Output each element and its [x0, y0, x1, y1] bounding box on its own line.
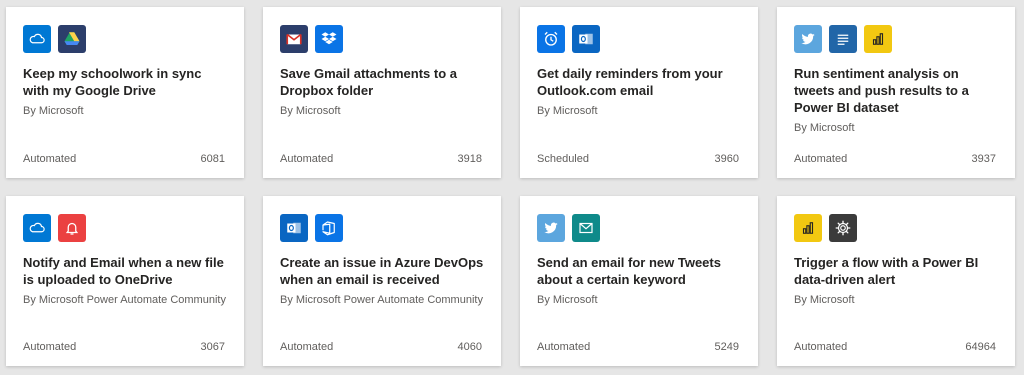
- azure-devops-icon: [315, 214, 343, 242]
- template-card[interactable]: Get daily reminders from your Outlook.co…: [520, 7, 758, 178]
- template-title: Create an issue in Azure DevOps when an …: [280, 255, 484, 287]
- usage-count: 6081: [200, 153, 225, 165]
- template-card[interactable]: Keep my schoolwork in sync with my Googl…: [6, 7, 244, 178]
- onedrive-icon: [23, 214, 51, 242]
- notification-bell-icon: [58, 214, 86, 242]
- template-type: Automated: [280, 341, 334, 353]
- template-title: Save Gmail attachments to a Dropbox fold…: [280, 66, 458, 98]
- template-type: Automated: [537, 341, 591, 353]
- template-type: Automated: [794, 153, 848, 165]
- template-author: By Microsoft Power Automate Community: [23, 294, 226, 306]
- mail-icon: [572, 214, 600, 242]
- power-bi-icon: [794, 214, 822, 242]
- onedrive-icon: [23, 25, 51, 53]
- template-author: By Microsoft: [794, 294, 855, 306]
- usage-count: 3918: [457, 153, 482, 165]
- template-card[interactable]: Save Gmail attachments to a Dropbox fold…: [263, 7, 501, 178]
- alarm-clock-icon: [537, 25, 565, 53]
- template-author: By Microsoft: [280, 105, 341, 117]
- google-drive-icon: [58, 25, 86, 53]
- usage-count: 3067: [200, 341, 225, 353]
- usage-count: 3960: [714, 153, 739, 165]
- template-type: Automated: [23, 341, 77, 353]
- template-card[interactable]: Send an email for new Tweets about a cer…: [520, 196, 758, 366]
- dropbox-icon: [315, 25, 343, 53]
- connector-icons: [23, 214, 86, 242]
- template-card[interactable]: Trigger a flow with a Power BI data-driv…: [777, 196, 1015, 366]
- template-title: Keep my schoolwork in sync with my Googl…: [23, 66, 202, 98]
- text-analytics-icon: [829, 25, 857, 53]
- template-author: By Microsoft: [537, 294, 598, 306]
- outlook-icon: [572, 25, 600, 53]
- template-card[interactable]: Notify and Email when a new file is uplo…: [6, 196, 244, 366]
- usage-count: 64964: [965, 341, 996, 353]
- outlook-icon: [280, 214, 308, 242]
- template-author: By Microsoft: [794, 122, 855, 134]
- connector-icons: [537, 214, 600, 242]
- template-gallery: Keep my schoolwork in sync with my Googl…: [0, 0, 1024, 375]
- template-title: Get daily reminders from your Outlook.co…: [537, 66, 723, 98]
- connector-icons: [794, 214, 857, 242]
- template-title: Trigger a flow with a Power BI data-driv…: [794, 255, 979, 287]
- twitter-icon: [537, 214, 565, 242]
- template-author: By Microsoft: [537, 105, 598, 117]
- connector-icons: [23, 25, 86, 53]
- twitter-icon: [794, 25, 822, 53]
- connector-icons: [280, 25, 343, 53]
- connector-icons: [280, 214, 343, 242]
- usage-count: 4060: [457, 341, 482, 353]
- template-author: By Microsoft: [23, 105, 84, 117]
- template-author: By Microsoft Power Automate Community: [280, 294, 483, 306]
- template-title: Send an email for new Tweets about a cer…: [537, 255, 721, 287]
- usage-count: 3937: [971, 153, 996, 165]
- template-type: Automated: [280, 153, 334, 165]
- usage-count: 5249: [714, 341, 739, 353]
- power-bi-icon: [864, 25, 892, 53]
- template-title: Notify and Email when a new file is uplo…: [23, 255, 224, 287]
- connector-icons: [537, 25, 600, 53]
- gmail-icon: [280, 25, 308, 53]
- template-type: Scheduled: [537, 153, 589, 165]
- template-card[interactable]: Run sentiment analysis on tweets and pus…: [777, 7, 1015, 178]
- template-type: Automated: [23, 153, 77, 165]
- gear-icon: [829, 214, 857, 242]
- connector-icons: [794, 25, 892, 53]
- template-type: Automated: [794, 341, 848, 353]
- template-title: Run sentiment analysis on tweets and pus…: [794, 66, 969, 115]
- template-card[interactable]: Create an issue in Azure DevOps when an …: [263, 196, 501, 366]
